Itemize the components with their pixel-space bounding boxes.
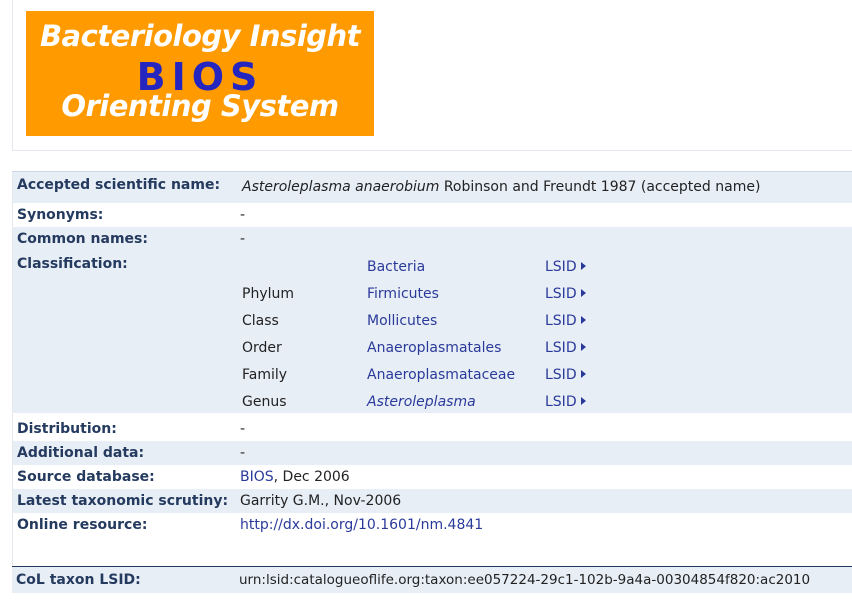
lsid-label: LSID [545,367,577,383]
logo-line-1: Bacteriology Insight [39,19,361,53]
classification-taxon-phylum[interactable]: Firmicutes [367,286,439,302]
lsid-label: LSID [545,286,577,302]
classification-taxon-order[interactable]: Anaeroplasmatales [367,340,501,356]
accepted-genus-species: Asteroleplasma anaerobium [242,179,440,195]
classification-lsid-order[interactable]: LSID [545,340,586,356]
classification-rank-phylum: Phylum [242,286,295,302]
synonyms-label: Synonyms: [17,207,104,223]
online-resource-link[interactable]: http://dx.doi.org/10.1601/nm.4841 [240,517,483,533]
online-resource-label: Online resource: [17,517,148,533]
accepted-author: Robinson and Freundt 1987 (accepted name… [443,179,761,195]
classification-label: Classification: [17,256,128,272]
lsid-label: LSID [545,313,577,329]
source-database-row: Source database: BIOS, Dec 2006 [13,465,852,489]
classification-lsid-phylum[interactable]: LSID [545,286,586,302]
col-lsid-label: CoL taxon LSID: [16,572,141,588]
accepted-name-row: Accepted scientific name: Asteroleplasma… [13,172,852,203]
logo-line-3: Orienting System [61,89,339,123]
lsid-label: LSID [545,340,577,356]
online-resource-value: http://dx.doi.org/10.1601/nm.4841 [240,517,483,533]
arrow-right-icon [580,343,586,351]
online-resource-row: Online resource: http://dx.doi.org/10.16… [13,513,852,567]
taxonomic-scrutiny-row: Latest taxonomic scrutiny: Garrity G.M.,… [13,489,852,513]
taxonomic-scrutiny-label: Latest taxonomic scrutiny: [17,493,229,509]
classification-lsid-class[interactable]: LSID [545,313,586,329]
source-database-value: BIOS, Dec 2006 [240,469,350,485]
species-details-panel: Accepted scientific name: Asteroleplasma… [12,171,852,567]
arrow-right-icon [580,370,586,378]
classification-taxon-genus[interactable]: Asteroleplasma [367,394,476,410]
lsid-label: LSID [545,394,577,410]
synonyms-value: - [240,207,246,223]
additional-data-label: Additional data: [17,445,145,461]
classification-rank-family: Family [242,367,288,383]
additional-data-row: Additional data: - [13,441,852,465]
classification-lsid-genus[interactable]: LSID [545,394,586,410]
classification-lsid-kingdom[interactable]: LSID [545,259,586,275]
classification-taxon-family[interactable]: Anaeroplasmataceae [367,367,515,383]
additional-data-value: - [240,445,246,461]
lsid-label: LSID [545,259,577,275]
common-names-value: - [240,231,246,247]
arrow-right-icon [580,262,586,270]
classification-rank-class: Class [242,313,279,329]
source-database-link[interactable]: BIOS [240,469,274,485]
classification-rank-order: Order [242,340,282,356]
classification-lsid-family[interactable]: LSID [545,367,586,383]
col-lsid-row: CoL taxon LSID: urn:lsid:catalogueoflife… [12,566,852,593]
classification-taxon-kingdom[interactable]: Bacteria [367,259,425,275]
taxonomic-scrutiny-value: Garrity G.M., Nov-2006 [240,493,402,509]
classification-row: Classification: Bacteria LSID Phylum Fir… [13,251,852,413]
synonyms-row: Synonyms: - [13,203,852,227]
source-database-label: Source database: [17,469,155,485]
distribution-value: - [240,421,246,437]
arrow-right-icon [580,316,586,324]
accepted-name-value: Asteroleplasma anaerobium Robinson and F… [242,179,760,195]
distribution-label: Distribution: [17,421,117,437]
classification-rank-genus: Genus [242,394,287,410]
bios-logo: Bacteriology Insight BIOS Orienting Syst… [26,11,374,136]
classification-taxon-class[interactable]: Mollicutes [367,313,437,329]
accepted-name-label: Accepted scientific name: [17,177,221,193]
col-lsid-value: urn:lsid:catalogueoflife.org:taxon:ee057… [239,572,811,588]
common-names-row: Common names: - [13,227,852,251]
common-names-label: Common names: [17,231,148,247]
arrow-right-icon [580,289,586,297]
distribution-row: Distribution: - [13,417,852,441]
source-database-date: , Dec 2006 [273,469,350,485]
arrow-right-icon [580,397,586,405]
